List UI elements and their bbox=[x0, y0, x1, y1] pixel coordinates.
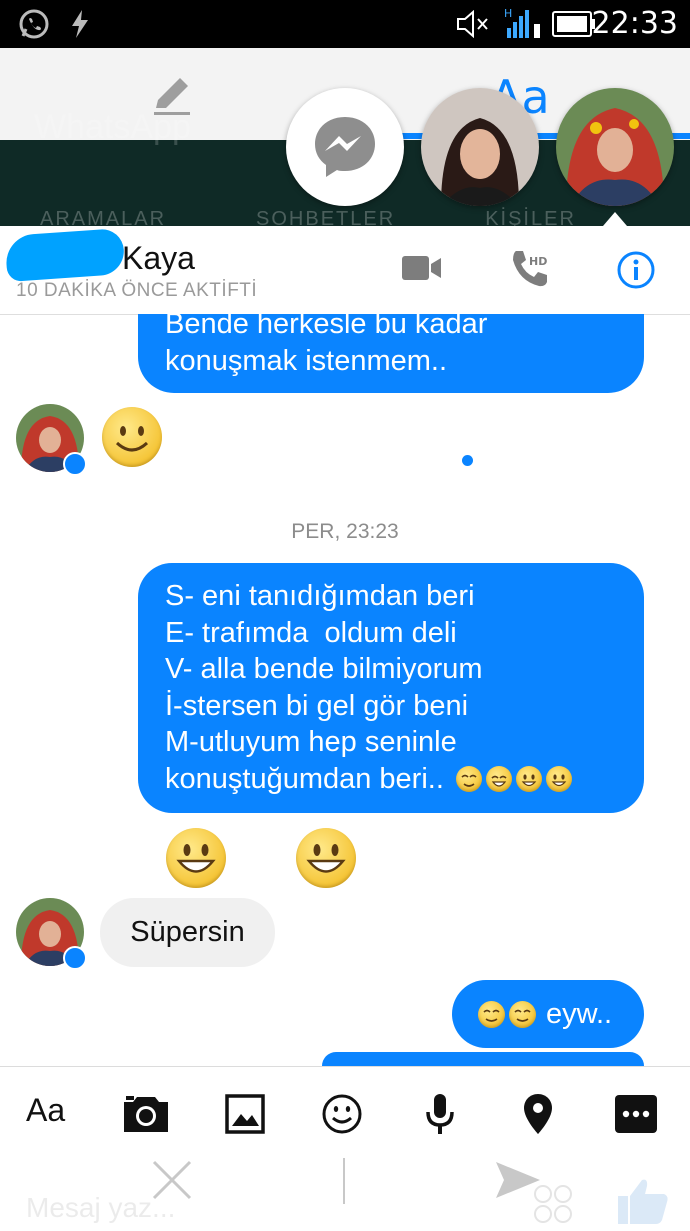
more-icon[interactable] bbox=[612, 1090, 660, 1138]
messenger-badge-icon bbox=[63, 452, 87, 476]
like-icon[interactable] bbox=[616, 1176, 670, 1231]
blush-emoji bbox=[478, 1000, 505, 1028]
message-line: Bende herkesle bu kadar bbox=[165, 314, 488, 340]
svg-text:H: H bbox=[504, 7, 512, 20]
message-text: Süpersin bbox=[130, 916, 245, 948]
hd-badge: HD bbox=[529, 255, 547, 268]
message-line: V- alla bende bilmiyorum bbox=[165, 653, 483, 685]
smiley-emoji bbox=[102, 407, 162, 467]
messenger-chat-head[interactable] bbox=[286, 88, 404, 206]
microphone-icon[interactable] bbox=[416, 1090, 464, 1138]
grin-emoji bbox=[485, 765, 512, 792]
phone-hd-icon[interactable]: HD bbox=[510, 248, 552, 295]
emoji-icon[interactable] bbox=[318, 1090, 366, 1138]
smiley-emoji bbox=[166, 828, 227, 888]
message-line: konuştuğumdan beri.. bbox=[165, 762, 444, 795]
camera-icon[interactable] bbox=[122, 1090, 170, 1138]
blush-emoji bbox=[455, 765, 482, 792]
text-style-button[interactable]: Aa bbox=[26, 1092, 65, 1129]
message-line: konuşmak istenmem.. bbox=[165, 344, 448, 377]
mute-icon bbox=[456, 9, 490, 43]
smiley-emoji bbox=[515, 765, 542, 792]
background-app-title: WhatsApp bbox=[34, 108, 191, 146]
timestamp: PER, 23:23 bbox=[291, 520, 399, 543]
whatsapp-notification-icon bbox=[18, 8, 50, 45]
info-icon[interactable] bbox=[616, 250, 656, 295]
flash-notification-icon bbox=[70, 10, 90, 43]
emoji-faint-icon bbox=[532, 1184, 576, 1229]
clock: 22:33 bbox=[591, 6, 678, 41]
signal-icon: H bbox=[504, 6, 542, 45]
active-head-pointer bbox=[603, 212, 627, 226]
battery-icon bbox=[552, 11, 596, 42]
message-line: İ-stersen bi gel gör beni bbox=[165, 689, 469, 722]
blush-emoji bbox=[509, 1000, 536, 1028]
close-icon[interactable] bbox=[150, 1158, 194, 1207]
smiley-emoji bbox=[545, 765, 572, 792]
message-line: E- trafımda oldum deli bbox=[165, 616, 457, 649]
chat-head-avatar-active[interactable] bbox=[556, 88, 674, 206]
read-receipt-dot bbox=[462, 455, 473, 466]
gallery-icon[interactable] bbox=[221, 1090, 269, 1138]
chat-head-avatar[interactable] bbox=[421, 88, 539, 206]
status-bar: H 22:33 bbox=[0, 0, 690, 48]
avatar[interactable] bbox=[16, 404, 87, 476]
message-bubble-in[interactable]: Süpersin bbox=[100, 898, 275, 967]
video-camera-icon[interactable] bbox=[402, 254, 442, 287]
messenger-badge-icon bbox=[63, 946, 87, 970]
avatar[interactable] bbox=[16, 898, 87, 970]
divider bbox=[343, 1158, 345, 1204]
redaction-scribble bbox=[4, 227, 126, 283]
smiley-emoji bbox=[295, 828, 356, 888]
messenger-icon bbox=[315, 117, 375, 177]
message-bubble-out[interactable]: S- eni tanıdığımdan beri E- trafımda old… bbox=[138, 563, 644, 813]
contact-name[interactable]: Kaya bbox=[122, 240, 195, 277]
message-bubble-out[interactable]: eyw.. bbox=[452, 980, 644, 1048]
location-icon[interactable] bbox=[514, 1090, 562, 1138]
message-bubble-out-partial[interactable] bbox=[322, 1052, 644, 1066]
message-text: eyw.. bbox=[546, 997, 613, 1030]
message-bubble-out[interactable]: Bende herkesle bu kadar konuşmak istenme… bbox=[138, 314, 644, 393]
message-line: S- eni tanıdığımdan beri bbox=[165, 580, 475, 612]
contact-status: 10 DAKİKA ÖNCE AKTİFTİ bbox=[16, 280, 258, 301]
message-line: M-utluyum hep seninle bbox=[165, 726, 457, 758]
